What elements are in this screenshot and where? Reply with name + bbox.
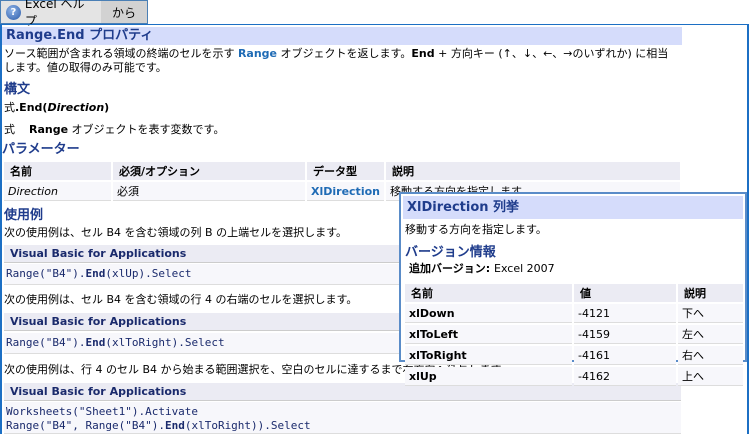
- table-row: xlDown -4121 下へ: [405, 304, 743, 323]
- syntax-expression: 式.End(Direction): [4, 101, 110, 114]
- example-2-text: 次の使用例は、セル B4 を含む領域の行 4 の右端のセルを選択します。: [4, 293, 358, 306]
- from-button[interactable]: から: [101, 1, 147, 23]
- version-heading: バージョン情報: [405, 245, 496, 260]
- table-row: xlToLeft -4159 左へ: [405, 325, 743, 344]
- table-row: xlToRight -4161 右へ: [405, 346, 743, 365]
- xldirection-popup: XlDirection 列挙 移動する方向を指定します。 バージョン情報 追加バ…: [399, 192, 747, 386]
- example-3-code[interactable]: Worksheets("Sheet1").Activate Range("B4"…: [4, 402, 681, 434]
- page-title: Range.End プロパティ: [2, 27, 682, 45]
- parameters-heading: パラメーター: [2, 142, 80, 157]
- col-type: データ型: [307, 162, 384, 180]
- col-name: 名前: [4, 162, 111, 180]
- popup-title: XlDirection 列挙: [403, 196, 743, 219]
- table-row: xlUp -4162 上へ: [405, 367, 743, 386]
- param-req: 必須: [113, 182, 305, 201]
- enum-table: 名前値説明 xlDown -4121 下へ xlToLeft -4159 左へ xlTo…: [403, 282, 745, 388]
- col-desc: 説明: [385, 162, 680, 180]
- col-value: 値: [574, 284, 676, 302]
- param-name: Direction: [8, 184, 58, 198]
- from-label: から: [111, 5, 136, 20]
- excel-help-button[interactable]: ? Excel ヘルプ: [1, 0, 101, 28]
- description-line-2: します。値の取得のみ可能です。: [4, 61, 167, 74]
- version-info: 追加バージョン: Excel 2007: [409, 262, 555, 275]
- syntax-expression-desc: 式 Range オブジェクトを表す変数です。: [4, 123, 225, 136]
- help-toolbar: ? Excel ヘルプ から: [0, 0, 148, 28]
- help-icon: ?: [6, 4, 21, 20]
- col-name: 名前: [405, 284, 572, 302]
- popup-desc: 移動する方向を指定します。: [405, 223, 547, 236]
- example-1-text: 次の使用例は、セル B4 を含む領域の列 B の上端セルを選択します。: [4, 226, 347, 239]
- col-required: 必須/オプション: [113, 162, 305, 180]
- col-desc: 説明: [678, 284, 743, 302]
- syntax-heading: 構文: [4, 82, 31, 97]
- examples-heading: 使用例: [4, 208, 44, 223]
- xldirection-link[interactable]: XlDirection: [311, 185, 380, 198]
- range-link[interactable]: Range: [238, 47, 277, 60]
